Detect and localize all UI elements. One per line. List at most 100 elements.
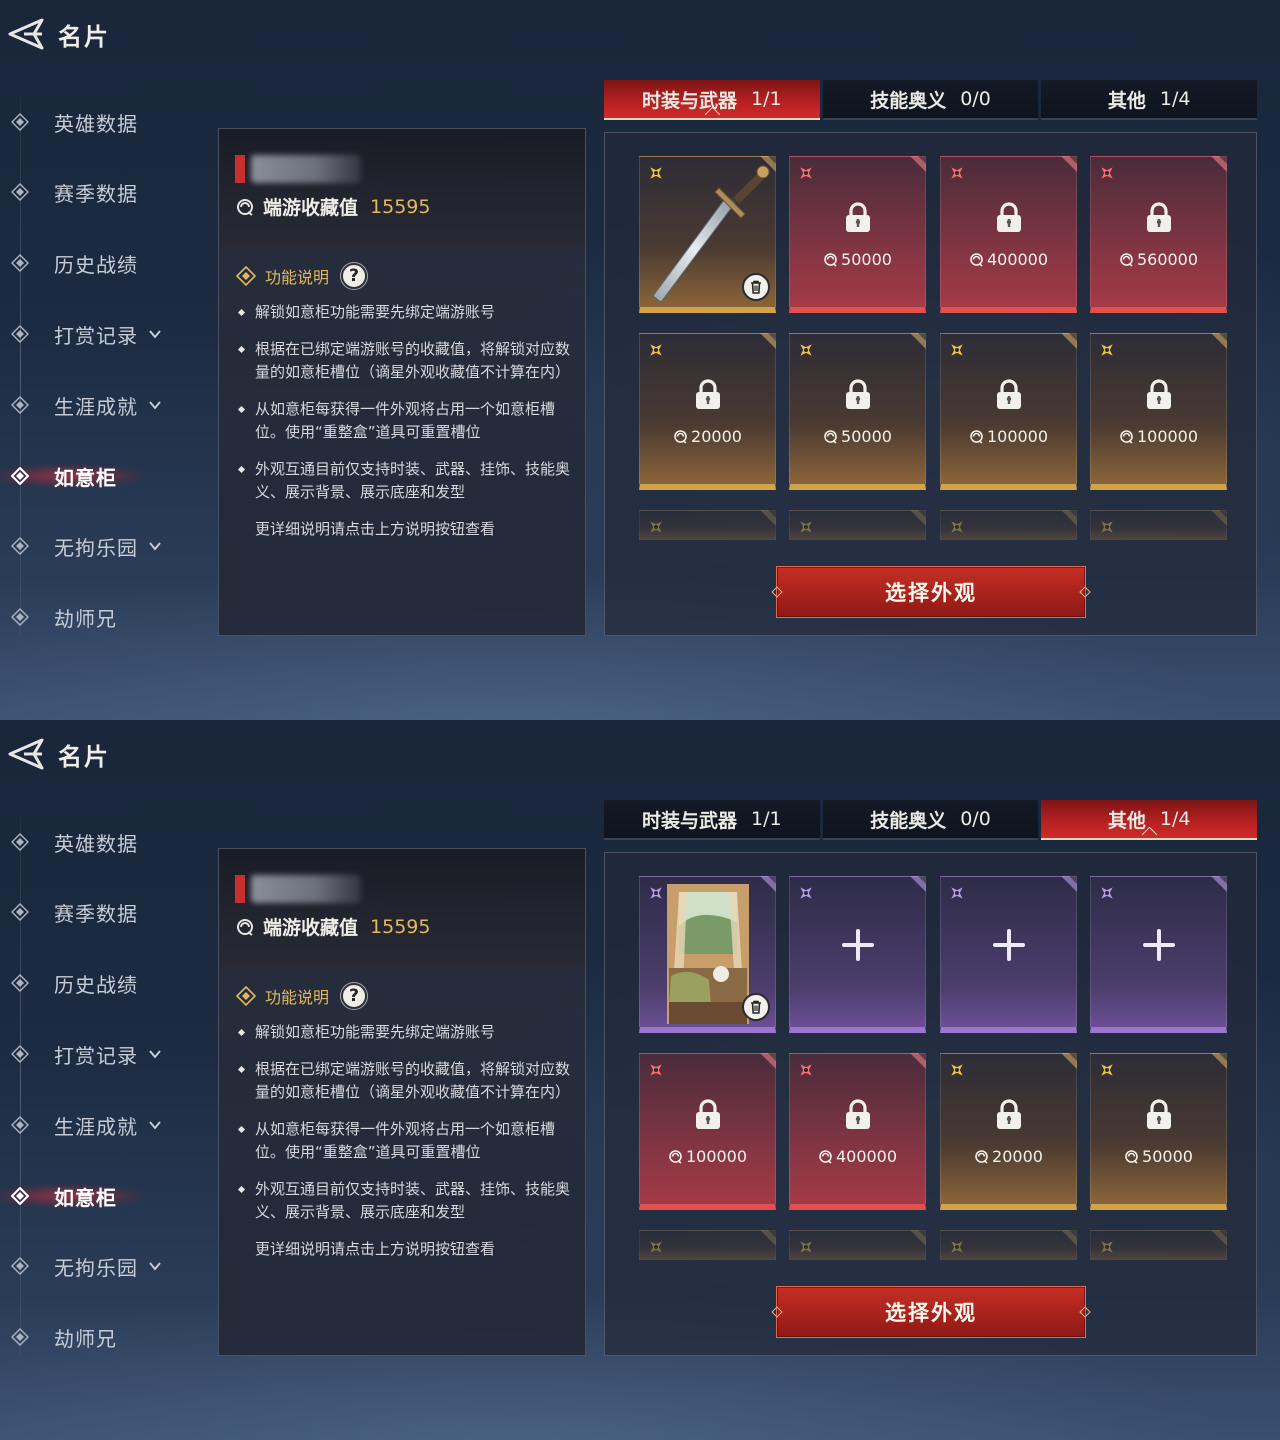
locked-slot[interactable]: 400000: [789, 1053, 926, 1210]
description-bullet: 从如意柜每获得一件外观将占用一个如意柜槽位。使用“重整盒”道具可重置槽位: [237, 1118, 577, 1164]
hidden-slot-row: [940, 510, 1077, 540]
corner-ornament-icon: [1205, 1230, 1227, 1252]
rarity-star-icon: [647, 518, 665, 536]
sidebar-item-6[interactable]: 无拘乐园: [0, 526, 200, 566]
description-bullet: 外观互通目前仅支持时装、武器、挂饰、技能奥义、展示背景、展示底座和发型: [237, 1178, 577, 1224]
diamond-icon: [235, 985, 257, 1007]
tab-1[interactable]: 技能奥义 0/0: [822, 80, 1039, 120]
top-bar: 名片: [0, 12, 110, 56]
footer-note: 更详细说明请点击上方说明按钮查看: [255, 520, 496, 538]
unlock-price: 100000: [1090, 427, 1227, 446]
collection-coin-icon: [1119, 252, 1134, 267]
sidebar-nav: 英雄数据赛季数据历史战绩打赏记录生涯成就如意柜无拘乐园劫师兄: [0, 86, 200, 666]
sidebar-item-2[interactable]: 历史战绩: [0, 243, 200, 283]
chevron-down-icon: [149, 1121, 161, 1130]
back-arrow-icon[interactable]: [4, 12, 48, 56]
sidebar-item-label: 赛季数据: [54, 181, 138, 206]
sidebar-item-4[interactable]: 生涯成就: [0, 1105, 200, 1145]
empty-slot[interactable]: [1090, 876, 1227, 1033]
sidebar-item-2[interactable]: 历史战绩: [0, 963, 200, 1003]
locked-slot[interactable]: 560000: [1090, 156, 1227, 313]
sidebar-item-3[interactable]: 打赏记录: [0, 1034, 200, 1074]
price-value: 560000: [1136, 250, 1199, 269]
tab-2[interactable]: 其他 1/4: [1041, 80, 1258, 120]
unlock-price: 400000: [940, 250, 1077, 269]
tab-label: 技能奥义: [870, 809, 947, 832]
rarity-star-icon: [1098, 164, 1116, 182]
name-accent-bar: [235, 155, 245, 183]
price-value: 20000: [691, 427, 742, 446]
slot-grid-panel: 100000 400000 20000 50000: [604, 852, 1257, 1356]
select-appearance-label: 选择外观: [885, 1301, 977, 1325]
collection-coin-icon: [237, 918, 253, 936]
collection-value: 15595: [370, 915, 431, 938]
sidebar-item-5[interactable]: 如意柜: [0, 456, 200, 496]
unlock-price: 400000: [789, 1147, 926, 1166]
sidebar-item-7[interactable]: 劫师兄: [0, 597, 200, 637]
sidebar-item-6[interactable]: 无拘乐园: [0, 1246, 200, 1286]
locked-slot[interactable]: 50000: [1090, 1053, 1227, 1210]
help-button[interactable]: ?: [341, 263, 368, 289]
sidebar-item-4[interactable]: 生涯成就: [0, 385, 200, 425]
corner-ornament-icon: [1055, 1230, 1077, 1252]
rarity-star-icon: [797, 164, 815, 182]
rarity-star-icon: [797, 1238, 815, 1256]
equipped-slot[interactable]: [639, 156, 776, 313]
collection-value: 15595: [370, 195, 431, 218]
function-header: 功能说明 ?: [235, 263, 368, 289]
rarity-star-icon: [948, 1238, 966, 1256]
category-tabs: 时装与武器 1/1 技能奥义 0/0 其他 1/4: [604, 80, 1258, 122]
empty-slot[interactable]: [940, 876, 1077, 1033]
locked-slot[interactable]: 100000: [1090, 333, 1227, 490]
footer-note: 更详细说明请点击上方说明按钮查看: [255, 1240, 496, 1258]
sidebar-item-label: 劫师兄: [54, 1326, 117, 1351]
slot-grid-panel: 50000 400000 560000 20000 50000 100000 100000: [604, 132, 1257, 636]
collection-coin-icon: [823, 252, 838, 267]
back-arrow-icon[interactable]: [4, 732, 48, 776]
nav-diamond-icon: [10, 324, 30, 344]
plus-icon: [1142, 928, 1176, 962]
sidebar-item-0[interactable]: 英雄数据: [0, 822, 200, 862]
locked-slot[interactable]: 50000: [789, 156, 926, 313]
lock-icon: [994, 379, 1024, 411]
sidebar-item-3[interactable]: 打赏记录: [0, 314, 200, 354]
collection-row: 端游收藏值 15595: [235, 913, 430, 940]
page-title: 名片: [58, 742, 110, 771]
description-bullet: 外观互通目前仅支持时装、武器、挂饰、技能奥义、展示背景、展示底座和发型: [237, 458, 577, 504]
sidebar-item-0[interactable]: 英雄数据: [0, 102, 200, 142]
rarity-star-icon: [797, 518, 815, 536]
locked-slot[interactable]: 100000: [639, 1053, 776, 1210]
locked-slot[interactable]: 20000: [639, 333, 776, 490]
equipped-slot[interactable]: [639, 876, 776, 1033]
corner-ornament-icon: [904, 156, 926, 178]
sidebar-item-1[interactable]: 赛季数据: [0, 892, 200, 932]
select-appearance-button[interactable]: 选择外观: [771, 566, 1091, 618]
corner-ornament-icon: [904, 510, 926, 532]
price-value: 50000: [841, 427, 892, 446]
lock-icon: [843, 202, 873, 234]
sidebar-item-5[interactable]: 如意柜: [0, 1176, 200, 1216]
description-bullet: 根据在已绑定端游账号的收藏值，将解锁对应数量的如意柜槽位（谪星外观收藏值不计算在…: [237, 1058, 577, 1104]
locked-slot[interactable]: 100000: [940, 333, 1077, 490]
price-value: 100000: [1136, 427, 1199, 446]
nav-diamond-icon: [10, 1115, 30, 1135]
trash-icon[interactable]: [742, 273, 770, 301]
tab-0[interactable]: 时装与武器 1/1: [604, 80, 820, 120]
nav-diamond-icon: [10, 1044, 30, 1064]
locked-slot[interactable]: 20000: [940, 1053, 1077, 1210]
select-appearance-button[interactable]: 选择外观: [771, 1286, 1091, 1338]
help-button[interactable]: ?: [341, 983, 368, 1009]
tab-2[interactable]: 其他 1/4: [1041, 800, 1258, 840]
locked-slot[interactable]: 50000: [789, 333, 926, 490]
tab-1[interactable]: 技能奥义 0/0: [822, 800, 1039, 840]
collection-coin-icon: [969, 252, 984, 267]
tab-0[interactable]: 时装与武器 1/1: [604, 800, 820, 840]
sidebar-item-7[interactable]: 劫师兄: [0, 1317, 200, 1357]
locked-slot[interactable]: 400000: [940, 156, 1077, 313]
top-bar: 名片: [0, 732, 110, 776]
corner-ornament-icon: [1205, 1053, 1227, 1075]
empty-slot[interactable]: [789, 876, 926, 1033]
trash-icon[interactable]: [742, 993, 770, 1021]
sidebar-item-1[interactable]: 赛季数据: [0, 172, 200, 212]
unlock-price: 50000: [1090, 1147, 1227, 1166]
